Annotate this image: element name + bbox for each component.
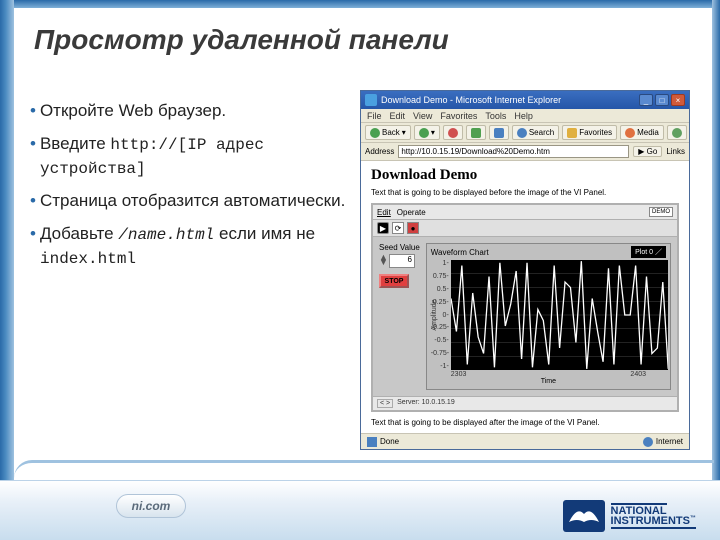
- stop-vi-button[interactable]: STOP: [379, 274, 409, 288]
- page-after-text: Text that is going to be displayed after…: [371, 418, 679, 427]
- go-button[interactable]: ▶ Go: [633, 146, 662, 157]
- seed-spinner[interactable]: ▲▼: [379, 255, 388, 266]
- plot-legend: Plot 0 ／: [631, 246, 666, 258]
- vi-menu-operate[interactable]: Operate: [397, 208, 426, 217]
- waveform-chart: Waveform Chart Plot 0 ／ Amplitude 1-0.75…: [426, 243, 671, 390]
- media-icon: [625, 128, 635, 138]
- refresh-button[interactable]: [466, 125, 486, 140]
- vi-toolbar: ▶ ⟳ ●: [373, 220, 677, 237]
- address-label: Address: [365, 147, 394, 156]
- history-icon: [672, 128, 682, 138]
- bullet-item: Добавьте /name.html если имя не index.ht…: [30, 223, 350, 270]
- nicom-badge: ni.com: [116, 494, 186, 518]
- stop-button[interactable]: [443, 125, 463, 140]
- vi-panel: Edit Operate DEMO ▶ ⟳ ● Seed Value: [371, 203, 679, 412]
- back-icon: [370, 128, 380, 138]
- links-label[interactable]: Links: [666, 147, 685, 156]
- vi-menu-bar: Edit Operate DEMO: [373, 205, 677, 220]
- bullet-item: Введите http://[IP адрес устройства]: [30, 133, 350, 180]
- seed-label: Seed Value: [379, 243, 420, 252]
- favorites-button[interactable]: Favorites: [562, 125, 617, 140]
- home-icon: [494, 128, 504, 138]
- seed-value-input[interactable]: 6: [389, 254, 415, 268]
- address-bar: Address ▶ Go Links: [361, 143, 689, 161]
- vi-menu-edit[interactable]: Edit: [377, 208, 391, 217]
- home-button[interactable]: [489, 125, 509, 140]
- address-input[interactable]: [398, 145, 629, 158]
- bullet-list: Откройте Web браузер. Введите http://[IP…: [30, 100, 350, 280]
- slide-title: Просмотр удаленной панели: [34, 24, 449, 56]
- search-icon: [517, 128, 527, 138]
- done-icon: [367, 437, 377, 447]
- vi-demo-badge: DEMO: [649, 207, 673, 217]
- run-continuous-button[interactable]: ⟳: [392, 222, 404, 234]
- menu-view[interactable]: View: [413, 111, 432, 121]
- history-button[interactable]: [667, 125, 687, 140]
- chart-title: Waveform Chart: [431, 248, 489, 257]
- status-text: Done: [380, 437, 399, 446]
- star-icon: [567, 128, 577, 138]
- menu-help[interactable]: Help: [514, 111, 533, 121]
- menu-file[interactable]: File: [367, 111, 382, 121]
- ni-wordmark: NATIONAL INSTRUMENTS™: [611, 503, 696, 530]
- bullet-item: Страница отобразится автоматически.: [30, 190, 350, 213]
- vi-scroll-indicator[interactable]: < >: [377, 399, 393, 408]
- page-before-text: Text that is going to be displayed befor…: [371, 188, 679, 197]
- window-titlebar: Download Demo - Microsoft Internet Explo…: [361, 91, 689, 109]
- browser-window: Download Demo - Microsoft Internet Explo…: [360, 90, 690, 450]
- abort-button[interactable]: ●: [407, 222, 419, 234]
- eagle-icon: [563, 500, 605, 532]
- window-title: Download Demo - Microsoft Internet Explo…: [381, 95, 561, 105]
- x-axis-ticks: 23032403: [429, 370, 668, 378]
- minimize-button[interactable]: _: [639, 94, 653, 106]
- browser-menu-bar: File Edit View Favorites Tools Help: [361, 109, 689, 123]
- close-button[interactable]: ×: [671, 94, 685, 106]
- plot-area: [451, 260, 668, 370]
- x-axis-label: Time: [429, 378, 668, 387]
- search-button[interactable]: Search: [512, 125, 559, 140]
- media-button[interactable]: Media: [620, 125, 664, 140]
- stop-icon: [448, 128, 458, 138]
- forward-button[interactable]: ▾: [414, 125, 440, 140]
- refresh-icon: [471, 128, 481, 138]
- menu-favorites[interactable]: Favorites: [440, 111, 477, 121]
- menu-edit[interactable]: Edit: [390, 111, 406, 121]
- ie-icon: [365, 94, 377, 106]
- vi-server-status: Server: 10.0.15.19: [397, 399, 455, 408]
- maximize-button[interactable]: □: [655, 94, 669, 106]
- vi-status-bar: < > Server: 10.0.15.19: [373, 396, 677, 410]
- forward-icon: [419, 128, 429, 138]
- page-body: Download Demo Text that is going to be d…: [361, 161, 689, 439]
- seed-control: Seed Value ▲▼ 6: [379, 243, 420, 268]
- browser-toolbar: Back ▾ ▾ Search Favorites Media: [361, 123, 689, 143]
- zone-text: Internet: [656, 437, 683, 446]
- bullet-item: Откройте Web браузер.: [30, 100, 350, 123]
- browser-status-bar: Done Internet: [361, 433, 689, 449]
- internet-zone-icon: [643, 437, 653, 447]
- page-title: Download Demo: [371, 167, 679, 184]
- y-axis-label: Amplitude: [431, 299, 438, 330]
- run-button[interactable]: ▶: [377, 222, 389, 234]
- menu-tools[interactable]: Tools: [485, 111, 506, 121]
- ni-logo: NATIONAL INSTRUMENTS™: [563, 500, 696, 532]
- back-button[interactable]: Back ▾: [365, 125, 411, 140]
